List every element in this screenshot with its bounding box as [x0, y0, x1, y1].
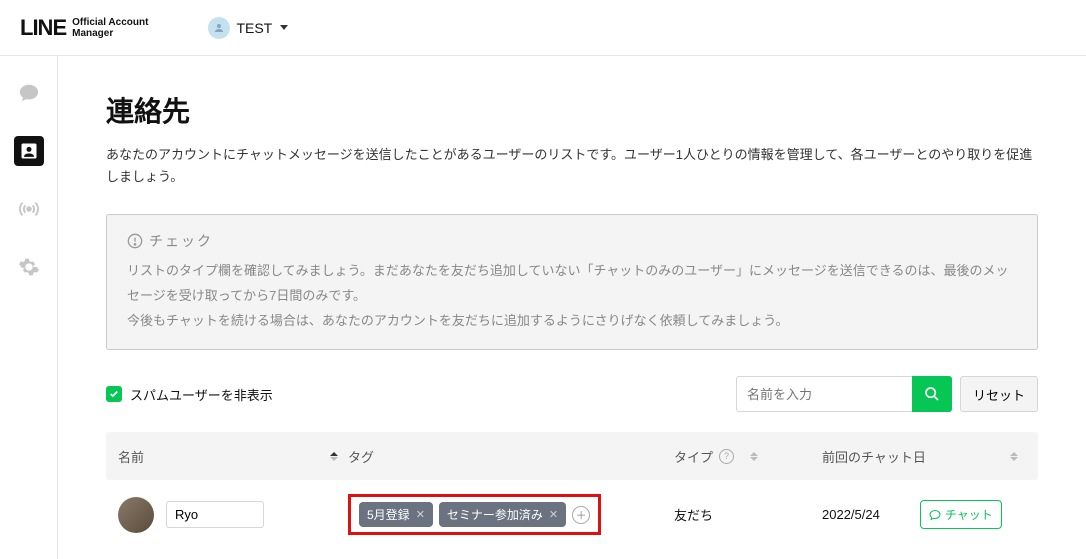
page-title: 連絡先 [106, 90, 1038, 130]
page-description: あなたのアカウントにチャットメッセージを送信したことがあるユーザーのリストです。… [106, 144, 1038, 188]
column-header-last-chat[interactable]: 前回のチャット日 [822, 447, 1026, 466]
search-icon [924, 386, 940, 402]
tags-cell: 5月登録 ✕ セミナー参加済み ✕ ＋ [348, 494, 674, 535]
user-name-input[interactable] [166, 501, 264, 528]
account-selector[interactable]: TEST [208, 17, 288, 39]
hide-spam-checkbox-wrap[interactable]: スパムユーザーを非表示 [106, 385, 273, 404]
sort-icon [1010, 452, 1018, 461]
table-header: 名前 タグ タイプ ? [106, 432, 1038, 480]
sidebar [0, 56, 58, 559]
logo: LINE Official Account Manager [20, 15, 148, 41]
tag-pill: セミナー参加済み ✕ [439, 502, 566, 527]
column-header-name[interactable]: 名前 [118, 447, 348, 466]
sidebar-item-broadcast[interactable] [14, 194, 44, 224]
remove-tag-icon[interactable]: ✕ [549, 508, 558, 521]
info-icon [127, 233, 143, 249]
logo-main: LINE [20, 15, 66, 41]
info-box-title: チェック [149, 231, 213, 251]
sidebar-item-settings[interactable] [14, 252, 44, 282]
contacts-table: 名前 タグ タイプ ? [106, 432, 1038, 549]
help-icon[interactable]: ? [719, 449, 734, 464]
header: LINE Official Account Manager TEST [0, 0, 1086, 56]
account-avatar-icon [208, 17, 230, 39]
search-button[interactable] [912, 376, 952, 412]
tags-highlight-box: 5月登録 ✕ セミナー参加済み ✕ ＋ [348, 494, 601, 535]
info-box-title-row: チェック [127, 231, 1017, 251]
controls-row: スパムユーザーを非表示 リセット [106, 376, 1038, 412]
chevron-down-icon [280, 25, 288, 30]
user-avatar [118, 497, 154, 533]
search-group: リセット [736, 376, 1038, 412]
sort-icon [330, 452, 338, 461]
info-box: チェック リストのタイプ欄を確認してみましょう。まだあなたを友だち追加していない… [106, 214, 1038, 350]
chat-button[interactable]: チャット [920, 500, 1002, 529]
main-content: 連絡先 あなたのアカウントにチャットメッセージを送信したことがあるユーザーのリス… [58, 56, 1086, 559]
chat-icon [929, 509, 941, 521]
sidebar-item-contacts[interactable] [14, 136, 44, 166]
search-input[interactable] [736, 376, 912, 412]
date-cell: 2022/5/24 チャット [822, 500, 1026, 529]
reset-button[interactable]: リセット [960, 376, 1038, 412]
type-cell: 友だち [674, 505, 822, 524]
column-header-type[interactable]: タイプ ? [674, 447, 822, 466]
user-cell [118, 497, 348, 533]
account-name: TEST [236, 20, 272, 36]
column-header-tags: タグ [348, 447, 674, 466]
sidebar-item-chat[interactable] [14, 78, 44, 108]
table-row: 5月登録 ✕ セミナー参加済み ✕ ＋ 友だち 2022/5/24 [106, 480, 1038, 549]
checkbox-icon [106, 386, 122, 402]
info-box-body: リストのタイプ欄を確認してみましょう。まだあなたを友だち追加していない「チャット… [127, 259, 1017, 333]
add-tag-button[interactable]: ＋ [572, 506, 590, 524]
last-chat-date: 2022/5/24 [822, 507, 880, 522]
remove-tag-icon[interactable]: ✕ [416, 508, 425, 521]
sort-icon [750, 452, 758, 461]
hide-spam-label: スパムユーザーを非表示 [130, 385, 273, 404]
logo-subtitle: Official Account Manager [72, 17, 148, 39]
tag-pill: 5月登録 ✕ [359, 502, 433, 527]
